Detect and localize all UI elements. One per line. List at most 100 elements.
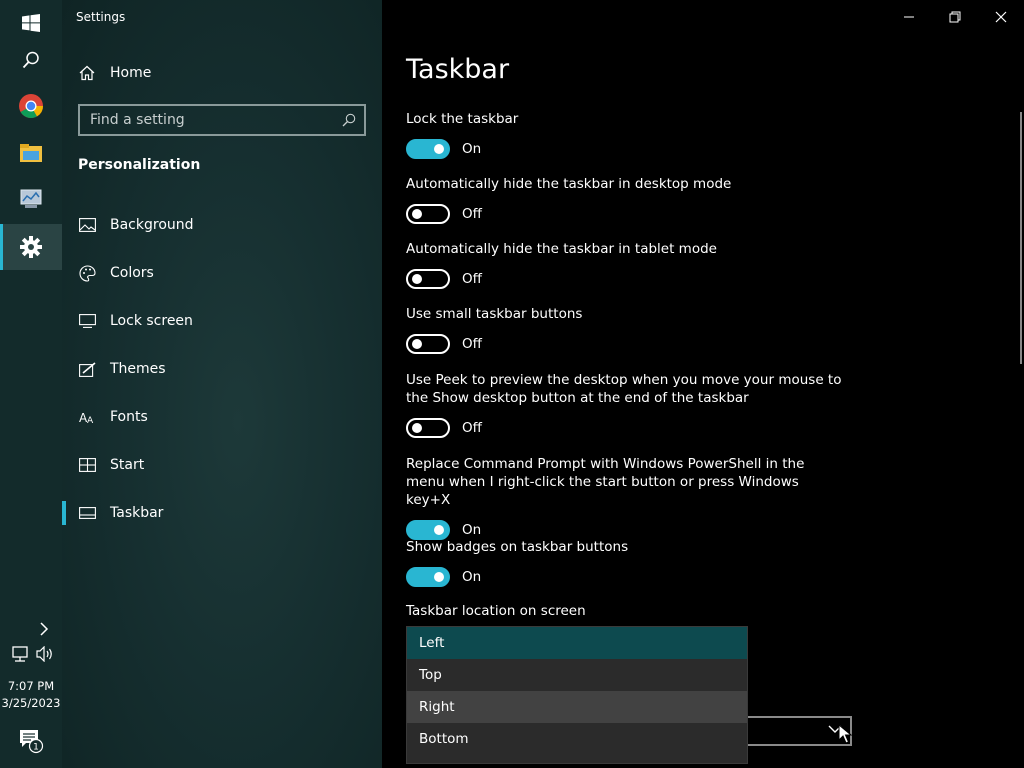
restore-button[interactable] [932,4,978,30]
toggle-switch[interactable] [406,139,450,159]
nav-item-label: Taskbar [110,505,164,521]
nav-item-label: Background [110,217,194,233]
clock-date[interactable]: 3/25/2023 [0,695,62,712]
taskbar-icon [78,504,96,522]
action-center-button[interactable]: 1 [0,718,62,764]
toggle-state: Off [462,206,482,222]
nav-home[interactable]: Home [62,56,382,90]
chevron-right-icon [40,622,49,636]
setting-label: Use small taskbar buttons [406,306,583,322]
nav-item-taskbar[interactable]: Taskbar [62,489,382,537]
nav-item-themes[interactable]: Themes [62,345,382,393]
nav-item-lock-screen[interactable]: Lock screen [62,297,382,345]
nav-item-background[interactable]: Background [62,201,382,249]
fonts-icon: AA [78,408,96,426]
window-title: Settings [76,10,126,24]
palette-icon [78,264,96,282]
home-icon [78,64,96,82]
file-explorer-button[interactable] [0,130,62,176]
toggle-knob [434,572,444,582]
option-bottom[interactable]: Bottom [407,723,747,755]
toggle-switch[interactable] [406,567,450,587]
picture-icon [78,216,96,234]
setting-small-buttons: Use small taskbar buttons Off [406,305,846,354]
nav-item-label: Themes [110,361,166,377]
setting-autohide-desktop: Automatically hide the taskbar in deskto… [406,175,846,224]
close-icon [995,11,1007,23]
clock-time[interactable]: 7:07 PM [0,678,62,695]
search-icon [22,51,39,69]
toggle-knob [412,339,422,349]
toggle-state: Off [462,336,482,352]
option-left[interactable]: Left [407,627,747,659]
start-icon [78,456,96,474]
toggle-state: On [462,522,482,538]
toggle-knob [412,274,422,284]
taskbar-location-dropdown: Left Top Right Bottom [406,626,748,764]
toggle-knob [412,423,422,433]
nav-item-label: Fonts [110,409,148,425]
nav-item-start[interactable]: Start [62,441,382,489]
mouse-cursor-icon [838,724,852,744]
minimize-icon [904,16,914,18]
option-right[interactable]: Right [407,691,747,723]
minimize-button[interactable] [886,4,932,30]
gear-icon [20,236,42,258]
toggle-knob [412,209,422,219]
scrollbar[interactable] [1020,112,1022,364]
nav-item-label: Colors [110,265,154,281]
nav-item-label: Lock screen [110,313,193,329]
network-icon[interactable] [12,646,30,662]
setting-label: Lock the taskbar [406,111,519,127]
toggle-state: On [462,141,482,157]
search-input[interactable] [90,112,330,128]
settings-taskbar-button[interactable] [0,224,62,270]
setting-label: Use Peek to preview the desktop when you… [406,372,842,406]
settings-sidebar: Settings Home Personalization Background [62,0,382,768]
main-content: Taskbar Lock the taskbar On Automaticall… [382,0,1024,768]
nav-list: Background Colors Lock screen Themes AA … [62,201,382,537]
themes-icon [78,360,96,378]
lock-screen-icon [78,312,96,330]
toggle-switch[interactable] [406,204,450,224]
restore-icon [949,11,961,23]
volume-icon[interactable] [36,646,54,662]
notification-count: 1 [33,743,39,753]
chrome-button[interactable] [0,83,62,129]
nav-item-colors[interactable]: Colors [62,249,382,297]
control-panel-icon [20,189,42,208]
setting-badges: Show badges on taskbar buttons On [406,538,846,587]
section-title: Personalization [78,157,201,173]
notification-icon: 1 [20,730,44,754]
search-button[interactable] [0,37,62,83]
setting-label: Show badges on taskbar buttons [406,539,629,555]
setting-label: Automatically hide the taskbar in tablet… [406,241,717,257]
close-button[interactable] [978,4,1024,30]
control-panel-button[interactable] [0,176,62,222]
setting-lock-taskbar: Lock the taskbar On [406,110,846,159]
nav-item-fonts[interactable]: AA Fonts [62,393,382,441]
toggle-switch[interactable] [406,334,450,354]
toggle-switch[interactable] [406,418,450,438]
toggle-state: Off [462,271,482,287]
toggle-knob [434,144,444,154]
toggle-state: Off [462,420,482,436]
setting-label: Replace Command Prompt with Windows Powe… [406,456,805,508]
windows-logo-icon [22,14,40,32]
setting-powershell: Replace Command Prompt with Windows Powe… [406,455,846,540]
setting-autohide-tablet: Automatically hide the taskbar in tablet… [406,240,846,289]
toggle-switch[interactable] [406,269,450,289]
setting-label: Automatically hide the taskbar in deskto… [406,176,732,192]
taskbar-location-label: Taskbar location on screen [406,603,586,619]
taskbar: 7:07 PM 3/25/2023 1 [0,0,62,768]
option-top[interactable]: Top [407,659,747,691]
toggle-switch[interactable] [406,520,450,540]
nav-home-label: Home [110,65,152,81]
search-icon[interactable] [342,113,356,127]
search-box[interactable] [78,104,366,136]
nav-item-label: Start [110,457,145,473]
chrome-icon [19,94,43,119]
setting-peek: Use Peek to preview the desktop when you… [406,371,846,438]
toggle-state: On [462,569,482,585]
page-title: Taskbar [406,54,510,85]
